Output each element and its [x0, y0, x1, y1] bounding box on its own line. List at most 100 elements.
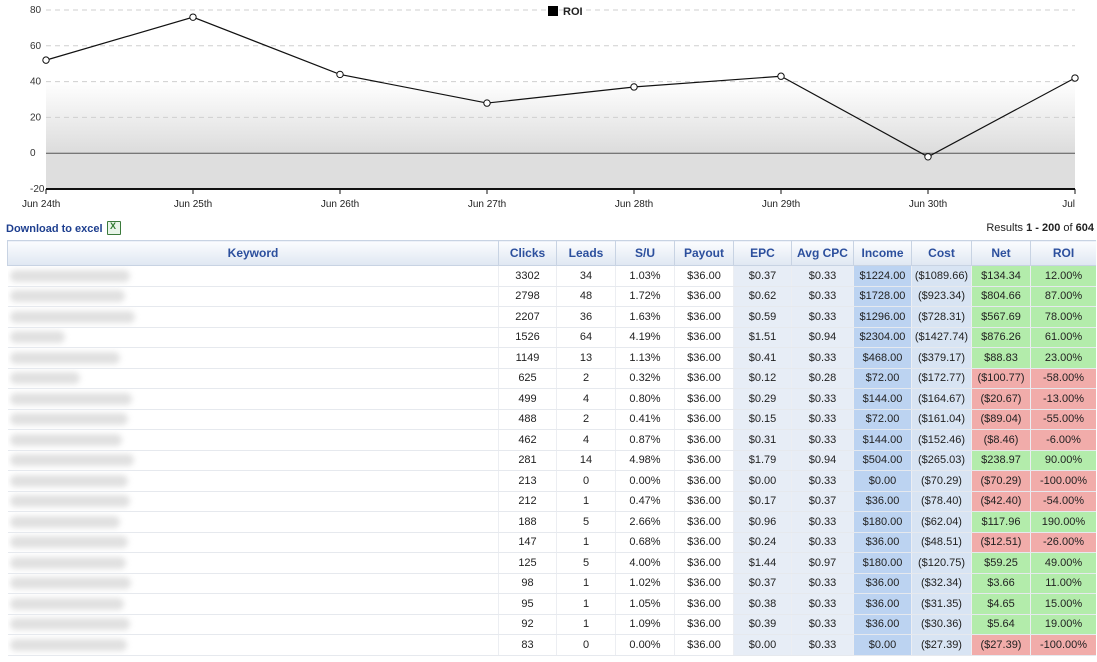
cell-clicks: 2207: [498, 306, 557, 328]
redacted-keyword-blur: [9, 372, 80, 385]
roi-data-point[interactable]: [42, 56, 50, 64]
cell-epc: $0.12: [733, 368, 792, 389]
cell-clicks: 1526: [498, 327, 557, 348]
table-row[interactable]: 499 4 0.80% $36.00 $0.29 $0.33 $144.00 ($164.67…: [7, 388, 1096, 410]
col-header-roi[interactable]: ROI: [1030, 240, 1096, 266]
roi-data-point[interactable]: [924, 153, 932, 161]
cell-su: 4.98%: [615, 450, 675, 471]
cell-net: ($8.46): [971, 429, 1031, 451]
table-row[interactable]: 1526 64 4.19% $36.00 $1.51 $0.94 $2304.00 ($142…: [7, 327, 1096, 348]
cell-net: $238.97: [971, 450, 1031, 471]
table-row[interactable]: 92 1 1.09% $36.00 $0.39 $0.33 $36.00 ($30.36) $5…: [7, 614, 1096, 635]
cell-net: ($12.51): [971, 532, 1031, 553]
table-row[interactable]: 147 1 0.68% $36.00 $0.24 $0.33 $36.00 ($48.51)(…: [7, 532, 1096, 553]
cell-clicks: 125: [498, 552, 557, 574]
col-header-net[interactable]: Net: [971, 240, 1031, 266]
table-row[interactable]: 95 1 1.05% $36.00 $0.38 $0.33 $36.00 ($31.35) $4…: [7, 593, 1096, 615]
redacted-keyword-blur: [9, 597, 124, 610]
table-row[interactable]: 188 5 2.66% $36.00 $0.96 $0.33 $180.00 ($62.04)…: [7, 511, 1096, 533]
cell-income: $144.00: [853, 429, 912, 451]
col-header-su[interactable]: S/U: [615, 240, 675, 266]
cell-leads: 1: [556, 573, 616, 594]
cell-keyword-redacted: [7, 388, 499, 410]
col-header-avg-cpc[interactable]: Avg CPC: [791, 240, 854, 266]
cell-cost: ($152.46): [911, 429, 972, 451]
cell-avg-cpc: $0.33: [791, 429, 854, 451]
cell-net: $804.66: [971, 286, 1031, 307]
cell-roi: -55.00%: [1030, 409, 1096, 430]
cell-avg-cpc: $0.28: [791, 368, 854, 389]
cell-net: ($42.40): [971, 491, 1031, 512]
roi-data-point[interactable]: [483, 99, 491, 107]
cell-cost: ($728.31): [911, 306, 972, 328]
table-row[interactable]: 213 0 0.00% $36.00 $0.00 $0.33 $0.00 ($70.29) ($…: [7, 470, 1096, 492]
roi-data-point[interactable]: [189, 13, 197, 21]
cell-payout: $36.00: [674, 409, 734, 430]
cell-income: $144.00: [853, 388, 912, 410]
cell-clicks: 95: [498, 593, 557, 615]
cell-epc: $0.00: [733, 634, 792, 656]
cell-leads: 64: [556, 327, 616, 348]
roi-data-point[interactable]: [1071, 74, 1079, 82]
cell-su: 0.47%: [615, 491, 675, 512]
roi-data-point[interactable]: [630, 83, 638, 91]
table-row[interactable]: 3302 34 1.03% $36.00 $0.37 $0.33 $1224.00 ($108…: [7, 265, 1096, 287]
table-row[interactable]: 98 1 1.02% $36.00 $0.37 $0.33 $36.00 ($32.34) $3…: [7, 573, 1096, 594]
cell-payout: $36.00: [674, 532, 734, 553]
cell-clicks: 3302: [498, 265, 557, 287]
col-header-keyword[interactable]: Keyword: [7, 240, 499, 266]
cell-keyword-redacted: [7, 450, 499, 471]
cell-su: 1.05%: [615, 593, 675, 615]
cell-net: ($100.77): [971, 368, 1031, 389]
cell-income: $36.00: [853, 491, 912, 512]
download-excel-link[interactable]: Download to excel: [6, 223, 103, 235]
cell-net: ($70.29): [971, 470, 1031, 492]
legend-swatch: [548, 6, 558, 16]
redacted-keyword-blur: [9, 556, 126, 569]
table-row[interactable]: 212 1 0.47% $36.00 $0.17 $0.37 $36.00 ($78.40)(…: [7, 491, 1096, 512]
cell-keyword-redacted: [7, 573, 499, 594]
redacted-keyword-blur: [9, 638, 127, 651]
cell-avg-cpc: $0.33: [791, 409, 854, 430]
results-total: 604: [1075, 222, 1094, 234]
roi-data-point[interactable]: [777, 72, 785, 80]
cell-income: $0.00: [853, 634, 912, 656]
col-header-cost[interactable]: Cost: [911, 240, 972, 266]
col-header-clicks[interactable]: Clicks: [498, 240, 557, 266]
roi-data-point[interactable]: [336, 70, 344, 79]
table-row[interactable]: 2798 48 1.72% $36.00 $0.62 $0.33 $1728.00 ($923…: [7, 286, 1096, 307]
table-row[interactable]: 462 4 0.87% $36.00 $0.31 $0.33 $144.00 ($152.46…: [7, 429, 1096, 451]
cell-roi: 190.00%: [1030, 511, 1096, 533]
cell-payout: $36.00: [674, 347, 734, 369]
cell-income: $2304.00: [853, 327, 912, 348]
x-tick-label: Jun 29th: [762, 199, 800, 210]
cell-leads: 2: [556, 368, 616, 389]
redacted-keyword-blur: [9, 515, 120, 528]
table-row[interactable]: 625 2 0.32% $36.00 $0.12 $0.28 $72.00 ($172.77)…: [7, 368, 1096, 389]
chart-legend: ROI: [548, 6, 583, 18]
cell-leads: 1: [556, 532, 616, 553]
cell-avg-cpc: $0.33: [791, 306, 854, 328]
col-header-income[interactable]: Income: [853, 240, 912, 266]
cell-leads: 5: [556, 552, 616, 574]
table-row[interactable]: 125 5 4.00% $36.00 $1.44 $0.97 $180.00 ($120.75…: [7, 552, 1096, 574]
excel-icon[interactable]: [107, 221, 121, 235]
table-row[interactable]: 281 14 4.98% $36.00 $1.79 $0.94 $504.00 ($265.0…: [7, 450, 1096, 471]
y-tick-label: -20: [30, 184, 45, 195]
table-row[interactable]: 488 2 0.41% $36.00 $0.15 $0.33 $72.00 ($161.04)…: [7, 409, 1096, 430]
cell-clicks: 83: [498, 634, 557, 656]
col-header-leads[interactable]: Leads: [556, 240, 616, 266]
col-header-payout[interactable]: Payout: [674, 240, 734, 266]
cell-keyword-redacted: [7, 511, 499, 533]
cell-avg-cpc: $0.33: [791, 634, 854, 656]
cell-roi: -13.00%: [1030, 388, 1096, 410]
x-tick-label: Jul: [1062, 199, 1075, 210]
redacted-keyword-blur: [9, 454, 134, 467]
cell-leads: 5: [556, 511, 616, 533]
table-row[interactable]: 2207 36 1.63% $36.00 $0.59 $0.33 $1296.00 ($728…: [7, 306, 1096, 328]
cell-roi: 23.00%: [1030, 347, 1096, 369]
table-row[interactable]: 1149 13 1.13% $36.00 $0.41 $0.33 $468.00 ($379.…: [7, 347, 1096, 369]
cell-cost: ($1089.66): [911, 265, 972, 287]
table-row[interactable]: 83 0 0.00% $36.00 $0.00 $0.33 $0.00 ($27.39) ($2…: [7, 634, 1096, 656]
col-header-epc[interactable]: EPC: [733, 240, 792, 266]
